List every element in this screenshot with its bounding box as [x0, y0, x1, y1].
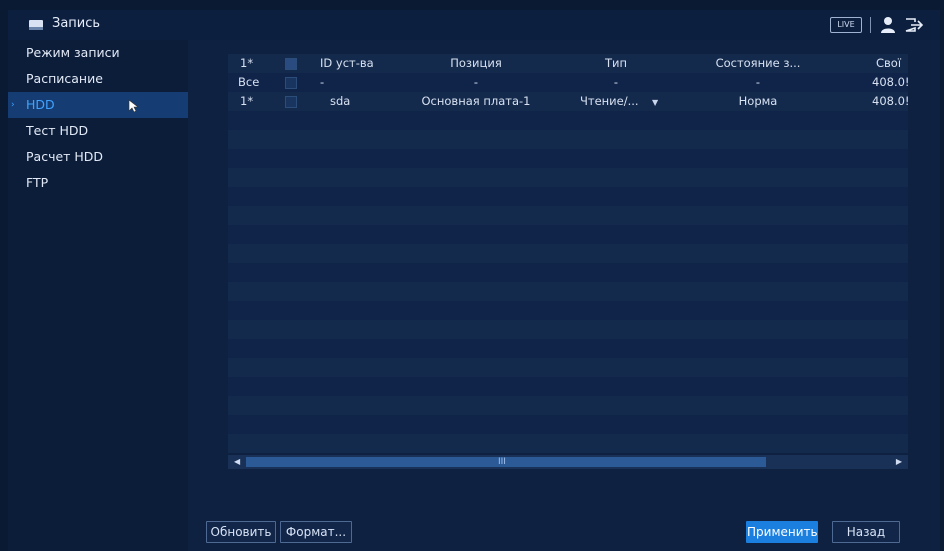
row-checkbox[interactable] — [285, 96, 297, 108]
sidebar-item-hdd-test[interactable]: Тест HDD — [8, 118, 188, 144]
header-position: Позиция — [450, 56, 502, 70]
header-index: 1* — [240, 56, 254, 70]
header-type: Тип — [604, 56, 628, 70]
all-row-checkbox[interactable] — [285, 77, 297, 89]
select-all-checkbox[interactable] — [285, 58, 297, 70]
hdd-icon — [29, 20, 43, 30]
table-row-empty — [228, 434, 908, 453]
record-window: Запись LIVE Режим записи Расписание › HD… — [8, 10, 940, 551]
row-state: Норма — [738, 94, 778, 108]
format-button[interactable]: Формат... — [280, 521, 352, 543]
sidebar-item-label: Расписание — [26, 71, 103, 86]
row-position: Основная плата-1 — [421, 94, 531, 108]
table-row-empty — [228, 358, 908, 377]
all-row-type: - — [613, 75, 619, 89]
all-row-free: 408.0! — [872, 75, 908, 89]
sidebar-item-hdd-calc[interactable]: Расчет HDD — [8, 144, 188, 170]
table-row-empty — [228, 320, 908, 339]
table-row-empty — [228, 130, 908, 149]
table-row-empty — [228, 339, 908, 358]
row-index: 1* — [240, 94, 254, 108]
table-row-empty — [228, 244, 908, 263]
table-row-empty — [228, 282, 908, 301]
sidebar-item-ftp[interactable]: FTP — [8, 170, 188, 196]
table-row-empty — [228, 415, 908, 434]
table-row-empty — [228, 263, 908, 282]
table-row-empty — [228, 168, 908, 187]
header-free: Свої — [876, 56, 902, 70]
scrollbar-grip: III — [498, 457, 506, 467]
row-type-select[interactable]: Чтение/... — [580, 92, 639, 111]
all-row-state: - — [755, 75, 761, 89]
table-row-empty — [228, 301, 908, 320]
scroll-right-icon[interactable]: ▶ — [896, 455, 902, 469]
scrollbar-thumb[interactable] — [246, 457, 766, 467]
chevron-down-icon[interactable]: ▼ — [652, 98, 658, 107]
all-row-position: - — [473, 75, 479, 89]
window-title: Запись — [52, 16, 101, 31]
row-device-id: sda — [330, 94, 351, 108]
header-state: Состояние з... — [715, 56, 801, 70]
active-marker-icon: › — [11, 100, 15, 110]
table-row-empty — [228, 225, 908, 244]
sidebar-item-hdd[interactable]: › HDD — [8, 92, 188, 118]
logout-icon[interactable] — [904, 17, 924, 33]
table-row-empty — [228, 111, 908, 130]
table-row-empty — [228, 206, 908, 225]
title-bar: Запись LIVE — [8, 10, 940, 41]
sidebar-item-schedule[interactable]: Расписание — [8, 66, 188, 92]
user-icon[interactable] — [880, 16, 896, 34]
back-button[interactable]: Назад — [832, 521, 900, 543]
sidebar-item-record-mode[interactable]: Режим записи — [8, 40, 188, 66]
table-row-empty — [228, 187, 908, 206]
horizontal-scrollbar[interactable]: ◀ III ▶ — [228, 455, 908, 469]
hdd-table: 1* ID уст-ва Позиция Тип Состояние з... … — [228, 54, 908, 454]
titlebar-divider — [870, 17, 871, 33]
sidebar-item-label: Тест HDD — [26, 123, 89, 138]
scroll-left-icon[interactable]: ◀ — [234, 455, 240, 469]
sidebar-item-label: Расчет HDD — [26, 149, 104, 164]
refresh-button[interactable]: Обновить — [206, 521, 276, 543]
sidebar-item-label: HDD — [26, 97, 55, 112]
row-free: 408.0! — [872, 94, 908, 108]
live-button[interactable]: LIVE — [830, 17, 862, 33]
sidebar: Режим записи Расписание › HDD Тест HDD Р… — [8, 40, 188, 551]
sidebar-item-label: Режим записи — [26, 45, 120, 60]
all-row-label: Все — [238, 75, 260, 89]
sidebar-item-label: FTP — [26, 175, 49, 190]
header-device-id: ID уст-ва — [320, 56, 374, 70]
hdd-content: 1* ID уст-ва Позиция Тип Состояние з... … — [188, 40, 940, 551]
all-row-device-id: - — [320, 75, 325, 89]
apply-button[interactable]: Применить — [746, 521, 818, 543]
table-row-empty — [228, 396, 908, 415]
table-row-empty — [228, 377, 908, 396]
mouse-cursor-icon — [128, 99, 139, 113]
table-row-empty — [228, 149, 908, 168]
